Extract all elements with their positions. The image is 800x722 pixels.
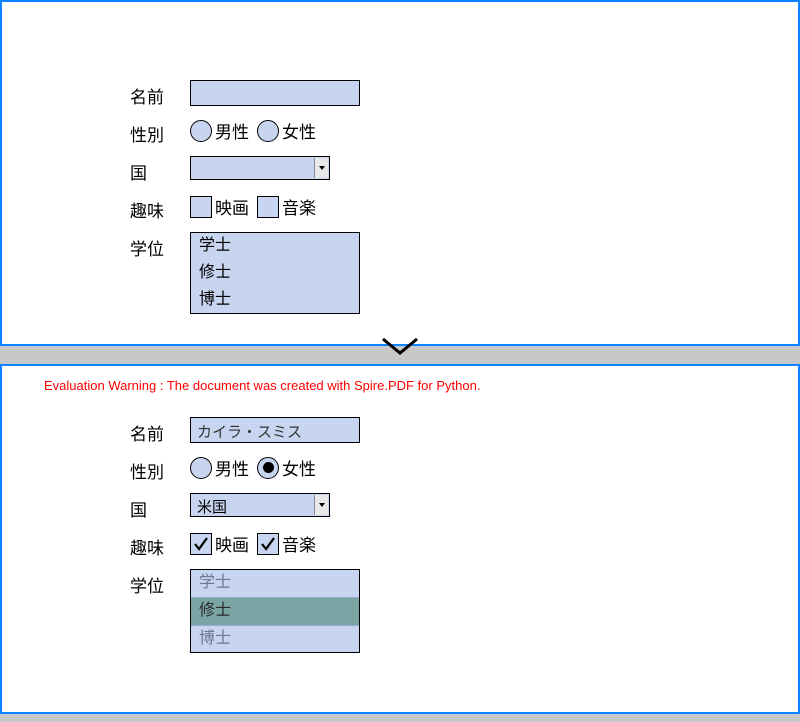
row-name: 名前 カイラ・スミス — [130, 417, 798, 445]
label-name: 名前 — [130, 80, 190, 108]
checkbox-movie-label: 映画 — [215, 531, 249, 556]
name-input[interactable]: カイラ・スミス — [190, 417, 360, 443]
gender-radio-group: 男性 女性 — [190, 455, 322, 480]
evaluation-warning: Evaluation Warning : The document was cr… — [2, 366, 798, 393]
radio-female-label: 女性 — [282, 455, 316, 480]
document-after: Evaluation Warning : The document was cr… — [0, 364, 800, 714]
country-dropdown[interactable] — [190, 156, 330, 180]
label-hobby: 趣味 — [130, 194, 190, 222]
check-icon — [193, 536, 209, 552]
chevron-down-divider-icon — [379, 335, 421, 364]
name-input[interactable] — [190, 80, 360, 106]
document-before: 名前 性別 男性 女性 国 趣味 映画 音 — [0, 0, 800, 346]
radio-male[interactable] — [190, 120, 212, 142]
degree-option-master[interactable]: 修士 — [191, 598, 359, 626]
gender-radio-group: 男性 女性 — [190, 118, 322, 143]
radio-female[interactable] — [257, 457, 279, 479]
hobby-checkbox-group: 映画 音楽 — [190, 531, 322, 556]
form-before: 名前 性別 男性 女性 国 趣味 映画 音 — [2, 2, 798, 314]
country-dropdown-value: 米国 — [197, 499, 227, 516]
radio-male[interactable] — [190, 457, 212, 479]
checkbox-movie[interactable] — [190, 533, 212, 555]
checkbox-music[interactable] — [257, 533, 279, 555]
radio-male-label: 男性 — [215, 455, 249, 480]
country-dropdown[interactable]: 米国 — [190, 493, 330, 517]
checkbox-movie-label: 映画 — [215, 194, 249, 219]
row-country: 国 — [130, 156, 798, 184]
label-hobby: 趣味 — [130, 531, 190, 559]
row-hobby: 趣味 映画 音楽 — [130, 194, 798, 222]
label-name: 名前 — [130, 417, 190, 445]
row-degree: 学位 学士 修士 博士 — [130, 569, 798, 653]
checkbox-music-label: 音楽 — [282, 531, 316, 556]
check-icon — [260, 536, 276, 552]
degree-option-bachelor[interactable]: 学士 — [191, 570, 359, 598]
label-gender: 性別 — [130, 455, 190, 483]
checkbox-movie[interactable] — [190, 196, 212, 218]
label-degree: 学位 — [130, 569, 190, 597]
row-country: 国 米国 — [130, 493, 798, 521]
form-after: 名前 カイラ・スミス 性別 男性 女性 国 米国 趣味 — [2, 393, 798, 653]
row-name: 名前 — [130, 80, 798, 108]
checkbox-music[interactable] — [257, 196, 279, 218]
label-country: 国 — [130, 493, 190, 521]
radio-dot-icon — [263, 462, 274, 473]
degree-option-master[interactable]: 修士 — [191, 260, 359, 287]
degree-option-doctor[interactable]: 博士 — [191, 626, 359, 653]
chevron-down-icon — [314, 158, 328, 178]
radio-female-label: 女性 — [282, 118, 316, 143]
checkbox-music-label: 音楽 — [282, 194, 316, 219]
row-hobby: 趣味 映画 音楽 — [130, 531, 798, 559]
radio-female[interactable] — [257, 120, 279, 142]
radio-male-label: 男性 — [215, 118, 249, 143]
degree-listbox[interactable]: 学士 修士 博士 — [190, 569, 360, 653]
label-country: 国 — [130, 156, 190, 184]
row-degree: 学位 学士 修士 博士 — [130, 232, 798, 314]
chevron-down-icon — [314, 495, 328, 515]
degree-listbox[interactable]: 学士 修士 博士 — [190, 232, 360, 314]
hobby-checkbox-group: 映画 音楽 — [190, 194, 322, 219]
row-gender: 性別 男性 女性 — [130, 118, 798, 146]
row-gender: 性別 男性 女性 — [130, 455, 798, 483]
degree-option-doctor[interactable]: 博士 — [191, 287, 359, 314]
label-gender: 性別 — [130, 118, 190, 146]
degree-option-bachelor[interactable]: 学士 — [191, 233, 359, 260]
label-degree: 学位 — [130, 232, 190, 260]
